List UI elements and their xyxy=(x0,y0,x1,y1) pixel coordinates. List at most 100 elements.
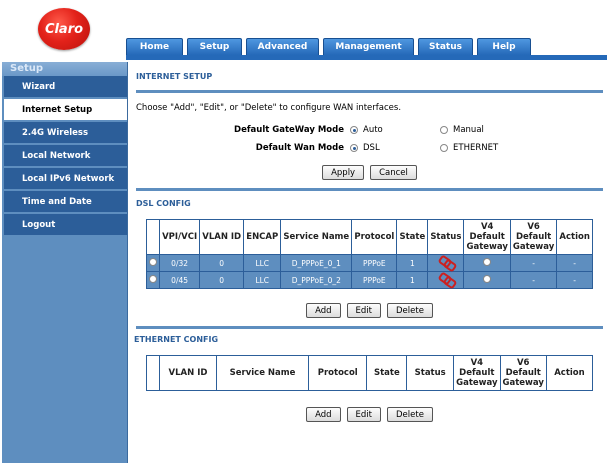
column-header: Service Name xyxy=(281,220,352,254)
internet-setup-desc: Choose "Add", "Edit", or "Delete" to con… xyxy=(136,103,402,113)
tab-advanced[interactable]: Advanced xyxy=(246,38,319,55)
select-column-header xyxy=(147,356,159,390)
sidebar-item-time-and-date[interactable]: Time and Date xyxy=(4,191,127,213)
sidebar-title: Setup xyxy=(2,62,127,76)
tab-setup[interactable]: Setup xyxy=(187,38,242,55)
gateway-auto-label: Auto xyxy=(363,125,383,135)
tab-help[interactable]: Help xyxy=(477,38,531,55)
logo-text: Claro xyxy=(44,21,84,37)
row-select[interactable] xyxy=(147,255,159,271)
table-cell: - xyxy=(557,272,592,288)
disconnected-link-icon xyxy=(439,274,453,284)
table-cell: - xyxy=(510,272,557,288)
table-cell: D_PPPoE_0_1 xyxy=(281,255,352,271)
wan-dsl-label: DSL xyxy=(363,143,380,153)
dsl-delete-button[interactable]: Delete xyxy=(387,303,433,318)
column-header: Protocol xyxy=(352,220,397,254)
column-header: Protocol xyxy=(309,356,367,390)
gateway-auto-option[interactable]: Auto xyxy=(350,125,440,135)
apply-button[interactable]: Apply xyxy=(322,165,365,180)
column-header: V4 Default Gateway xyxy=(454,356,500,390)
table-cell: 0/45 xyxy=(160,272,200,288)
ethernet-delete-button[interactable]: Delete xyxy=(387,407,433,422)
divider xyxy=(136,90,603,93)
tab-status[interactable]: Status xyxy=(418,38,473,55)
tab-home[interactable]: Home xyxy=(126,38,183,55)
column-header: VLAN ID xyxy=(200,220,244,254)
table-cell: 0 xyxy=(200,272,244,288)
main-content: INTERNET SETUP Choose "Add", "Edit", or … xyxy=(134,64,603,422)
column-header: ENCAP xyxy=(244,220,281,254)
table-cell: 1 xyxy=(397,272,428,288)
sidebar-item-local-ipv6-network[interactable]: Local IPv6 Network xyxy=(4,168,127,190)
divider xyxy=(136,326,603,329)
ethernet-edit-button[interactable]: Edit xyxy=(346,407,381,422)
v4-gateway-radio[interactable] xyxy=(483,275,492,283)
mode-settings: Default GateWay Mode Auto Manual Default… xyxy=(136,121,603,157)
wan-dsl-radio[interactable] xyxy=(350,144,358,152)
gateway-manual-radio[interactable] xyxy=(440,126,448,134)
sidebar: Setup Wizard Internet Setup 2.4G Wireles… xyxy=(2,62,128,463)
dsl-config-table: VPI/VCI VLAN ID ENCAP Service Name Proto… xyxy=(146,219,593,289)
wan-dsl-option[interactable]: DSL xyxy=(350,143,440,153)
sidebar-item-wizard[interactable]: Wizard xyxy=(4,76,127,98)
status-cell xyxy=(428,272,464,288)
cancel-button[interactable]: Cancel xyxy=(370,165,417,180)
ethernet-add-button[interactable]: Add xyxy=(306,407,341,422)
tab-management[interactable]: Management xyxy=(323,38,414,55)
ethernet-config-title: ETHERNET CONFIG xyxy=(134,335,219,344)
claro-logo: Claro xyxy=(38,8,90,50)
sidebar-item-logout[interactable]: Logout xyxy=(4,214,127,236)
table-cell: - xyxy=(510,255,557,271)
ethernet-config-table: VLAN ID Service Name Protocol State Stat… xyxy=(146,355,593,391)
gateway-mode-label: Default GateWay Mode xyxy=(234,125,344,135)
row-select-radio[interactable] xyxy=(149,258,157,266)
gateway-manual-option[interactable]: Manual xyxy=(440,125,484,135)
column-header: VLAN ID xyxy=(160,356,216,390)
sidebar-item-internet-setup[interactable]: Internet Setup xyxy=(4,99,127,121)
dsl-config-title: DSL CONFIG xyxy=(136,199,191,208)
apply-button-row: Apply Cancel xyxy=(136,165,603,180)
ethernet-button-row: Add Edit Delete xyxy=(136,407,603,422)
column-header: State xyxy=(367,356,407,390)
gateway-auto-radio[interactable] xyxy=(350,126,358,134)
v4-gateway-radio[interactable] xyxy=(483,258,492,266)
top-nav: Home Setup Advanced Management Status He… xyxy=(126,38,535,55)
v4-gateway-cell[interactable] xyxy=(464,272,510,288)
column-header: Status xyxy=(428,220,464,254)
divider xyxy=(136,188,603,191)
wan-ethernet-label: ETHERNET xyxy=(453,143,499,153)
nav-bar-line xyxy=(126,55,607,60)
gateway-manual-label: Manual xyxy=(453,125,484,135)
table-cell: LLC xyxy=(244,255,281,271)
dsl-button-row: Add Edit Delete xyxy=(136,303,603,318)
table-cell: - xyxy=(557,255,592,271)
dsl-edit-button[interactable]: Edit xyxy=(346,303,381,318)
dsl-add-button[interactable]: Add xyxy=(306,303,341,318)
table-row[interactable]: 0/32 0 LLC D_PPPoE_0_1 PPPoE 1 - - xyxy=(147,255,592,271)
table-row[interactable]: 0/45 0 LLC D_PPPoE_0_2 PPPoE 1 - - xyxy=(147,272,592,288)
row-select-radio[interactable] xyxy=(149,275,157,283)
column-header: VPI/VCI xyxy=(160,220,200,254)
sidebar-item-wireless[interactable]: 2.4G Wireless xyxy=(4,122,127,144)
row-select[interactable] xyxy=(147,272,159,288)
column-header: V6 Default Gateway xyxy=(510,220,557,254)
wan-ethernet-option[interactable]: ETHERNET xyxy=(440,143,498,153)
wan-mode-row: Default Wan Mode DSL ETHERNET xyxy=(136,139,603,157)
ethernet-header-row: VLAN ID Service Name Protocol State Stat… xyxy=(147,356,592,390)
column-header: Service Name xyxy=(216,356,309,390)
column-header: V6 Default Gateway xyxy=(500,356,546,390)
column-header: Action xyxy=(546,356,592,390)
gateway-mode-row: Default GateWay Mode Auto Manual xyxy=(136,121,603,139)
wan-ethernet-radio[interactable] xyxy=(440,144,448,152)
sidebar-item-local-network[interactable]: Local Network xyxy=(4,145,127,167)
v4-gateway-cell[interactable] xyxy=(464,255,510,271)
status-cell xyxy=(428,255,464,271)
table-cell: LLC xyxy=(244,272,281,288)
table-cell: 0/32 xyxy=(160,255,200,271)
table-cell: 0 xyxy=(200,255,244,271)
dsl-header-row: VPI/VCI VLAN ID ENCAP Service Name Proto… xyxy=(147,220,592,254)
column-header: State xyxy=(397,220,428,254)
column-header: V4 Default Gateway xyxy=(464,220,510,254)
table-cell: PPPoE xyxy=(352,272,397,288)
